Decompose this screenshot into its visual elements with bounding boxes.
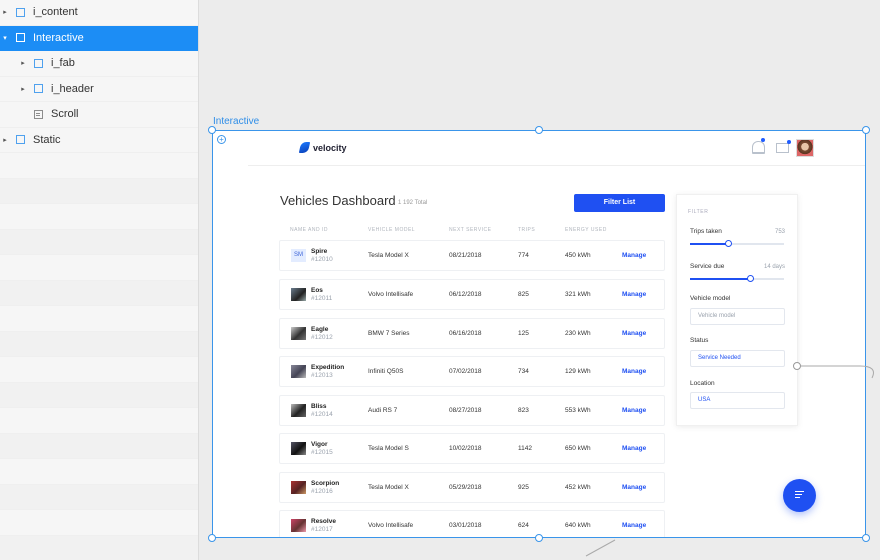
connector-dot[interactable] (793, 362, 801, 370)
connector-lines (585, 365, 874, 557)
connector-line (585, 539, 616, 557)
connector-line (801, 365, 874, 379)
